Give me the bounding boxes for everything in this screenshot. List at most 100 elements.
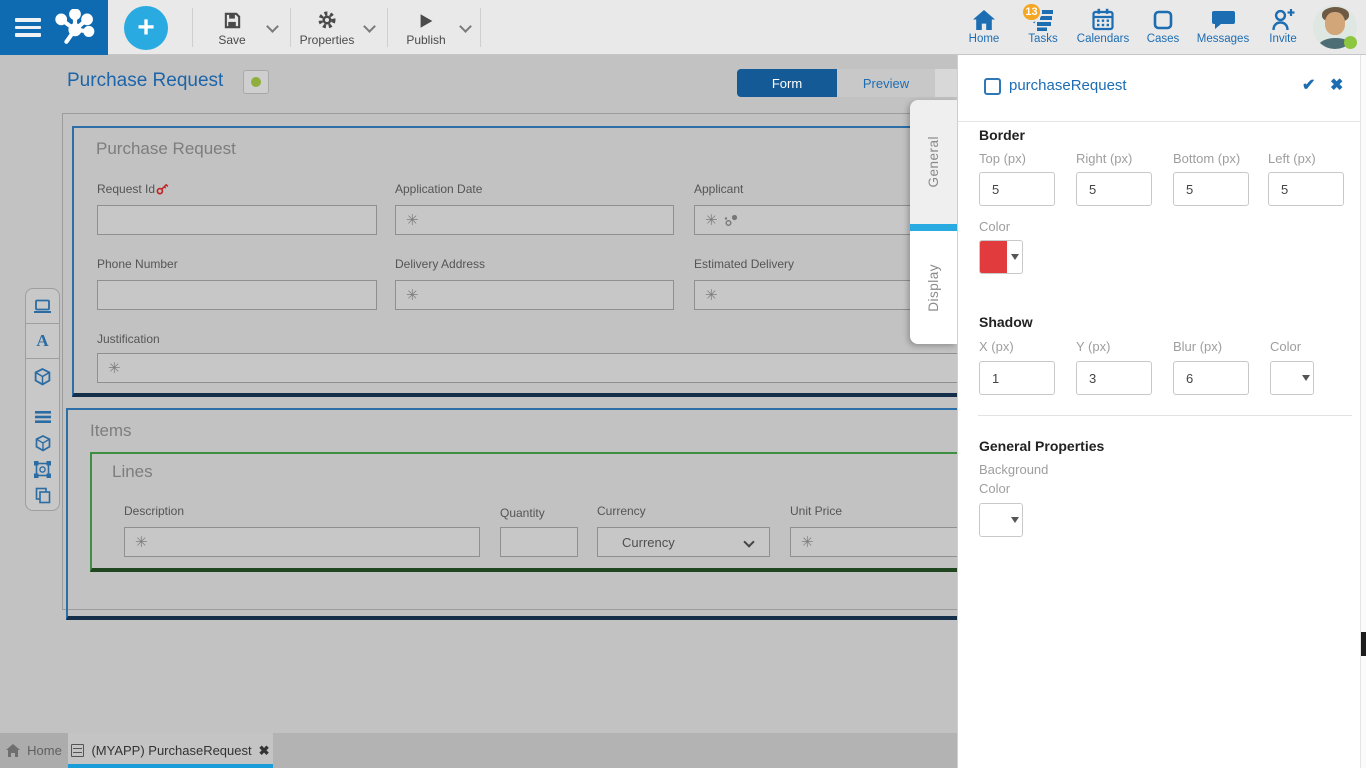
- top-bar: + Save Properties Publish Home 13 Tasks …: [0, 0, 1366, 55]
- shadow-blur-input[interactable]: [1173, 361, 1249, 395]
- quantity-input[interactable]: [500, 527, 578, 557]
- letter-a-icon: A: [36, 331, 48, 351]
- divider: [978, 415, 1352, 416]
- home-icon: [6, 744, 20, 757]
- active-tab-underline: [68, 764, 273, 768]
- publish-dropdown-chevron-icon[interactable]: [461, 22, 470, 31]
- designer-toolbox: A: [25, 288, 60, 511]
- tab-display[interactable]: Display: [910, 231, 957, 344]
- add-button[interactable]: +: [124, 6, 168, 50]
- nav-invite[interactable]: Invite: [1254, 6, 1312, 45]
- border-top-label: Top (px): [979, 151, 1026, 166]
- required-asterisk-icon: ✳: [705, 288, 718, 303]
- chevron-down-icon: [743, 536, 754, 547]
- border-right-input[interactable]: [1076, 172, 1152, 206]
- border-bottom-input[interactable]: [1173, 172, 1249, 206]
- cube-icon: [34, 368, 51, 386]
- online-status-dot: [1344, 36, 1357, 49]
- apply-check-icon[interactable]: ✔: [1302, 75, 1315, 95]
- border-top-input[interactable]: [979, 172, 1055, 206]
- selected-element-name: purchaseRequest: [1009, 77, 1127, 94]
- scrollbar-thumb[interactable]: [1361, 632, 1366, 656]
- dropdown-arrow-icon: [1302, 375, 1310, 381]
- tab-form[interactable]: Form: [737, 69, 837, 97]
- bottom-tab-home[interactable]: Home: [0, 733, 68, 768]
- application-date-input[interactable]: ✳: [395, 205, 674, 235]
- properties-dropdown-chevron-icon[interactable]: [365, 22, 374, 31]
- toolbox-object-button[interactable]: [26, 430, 59, 456]
- save-icon: [223, 11, 242, 30]
- entity-relation-icon: [724, 214, 738, 227]
- nav-calendars[interactable]: Calendars: [1074, 6, 1132, 45]
- shadow-x-input[interactable]: [979, 361, 1055, 395]
- required-key-icon: [156, 182, 169, 195]
- toolbox-text-button[interactable]: A: [26, 324, 59, 359]
- shadow-y-input[interactable]: [1076, 361, 1152, 395]
- tab-general[interactable]: General: [910, 100, 957, 224]
- close-tab-icon[interactable]: ✖: [259, 743, 270, 759]
- play-icon: [417, 12, 435, 30]
- shadow-blur-label: Blur (px): [1173, 339, 1222, 354]
- shadow-x-label: X (px): [979, 339, 1014, 354]
- calendar-icon: [1091, 8, 1115, 31]
- list-icon: [35, 411, 51, 423]
- nav-messages[interactable]: Messages: [1194, 6, 1252, 45]
- save-button[interactable]: Save: [201, 7, 263, 47]
- required-asterisk-icon: ✳: [406, 288, 419, 303]
- shadow-color-label: Color: [1270, 339, 1301, 354]
- form-status-button[interactable]: [243, 70, 269, 94]
- request-id-input[interactable]: [97, 205, 377, 235]
- red-color-swatch: [980, 241, 1007, 273]
- toolbox-list-button[interactable]: [26, 404, 59, 430]
- field-label-justification: Justification: [97, 332, 160, 346]
- field-label-application-date: Application Date: [395, 182, 482, 196]
- toolbox-select-button[interactable]: [26, 456, 59, 482]
- nav-home[interactable]: Home: [955, 6, 1013, 45]
- required-asterisk-icon: ✳: [801, 535, 814, 550]
- required-asterisk-icon: ✳: [406, 213, 419, 228]
- delivery-address-input[interactable]: ✳: [395, 280, 674, 310]
- cube-icon: [35, 435, 51, 452]
- publish-button[interactable]: Publish: [395, 7, 457, 47]
- currency-select[interactable]: Currency: [597, 527, 770, 557]
- tab-preview[interactable]: Preview: [837, 69, 935, 97]
- phone-number-input[interactable]: [97, 280, 377, 310]
- shadow-y-label: Y (px): [1076, 339, 1110, 354]
- group-title: Lines: [112, 462, 153, 482]
- shadow-color-dropdown[interactable]: [1270, 361, 1314, 395]
- bottom-tab-document[interactable]: (MYAPP) PurchaseRequest ✖: [68, 733, 273, 768]
- close-panel-icon[interactable]: ✖: [1330, 75, 1343, 95]
- empty-color-swatch: [980, 504, 1007, 536]
- nav-cases[interactable]: Cases: [1134, 6, 1192, 45]
- required-asterisk-icon: ✳: [108, 361, 121, 376]
- dropdown-arrow-icon: [1011, 517, 1019, 523]
- field-label-request-id: Request Id: [97, 182, 169, 196]
- divider: [958, 121, 1361, 122]
- toolbox-layout-button[interactable]: [26, 289, 59, 324]
- toolbox-copy-button[interactable]: [26, 482, 59, 508]
- border-left-input[interactable]: [1268, 172, 1344, 206]
- field-label-description: Description: [124, 504, 184, 518]
- group-title: Purchase Request: [96, 139, 236, 159]
- properties-panel: purchaseRequest ✔ ✖ Border Top (px) Righ…: [957, 55, 1366, 768]
- speech-bubble-icon: [1211, 9, 1236, 31]
- group-title: Items: [90, 421, 132, 441]
- panel-scrollbar[interactable]: [1360, 55, 1366, 768]
- form-document-icon: [71, 744, 84, 757]
- hamburger-menu-icon[interactable]: [15, 14, 41, 41]
- toolbox-data-button[interactable]: [26, 359, 59, 394]
- toolbar-separator: [192, 8, 193, 47]
- toolbar-separator: [480, 8, 481, 47]
- background-color-dropdown[interactable]: [979, 503, 1023, 537]
- border-bottom-label: Bottom (px): [1173, 151, 1240, 166]
- border-left-label: Left (px): [1268, 151, 1316, 166]
- required-asterisk-icon: ✳: [135, 535, 148, 550]
- border-color-dropdown[interactable]: [979, 240, 1023, 274]
- copy-icon: [35, 487, 51, 504]
- element-checkbox[interactable]: [984, 78, 1001, 95]
- description-input[interactable]: ✳: [124, 527, 480, 557]
- properties-button[interactable]: Properties: [296, 7, 358, 47]
- save-dropdown-chevron-icon[interactable]: [268, 22, 277, 31]
- invite-person-icon: [1271, 8, 1296, 31]
- bizagi-logo-icon[interactable]: [54, 9, 96, 47]
